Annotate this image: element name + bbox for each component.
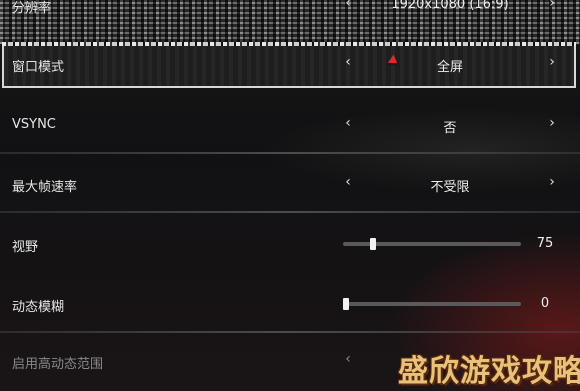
motion-blur-label: 动态模糊: [12, 300, 65, 315]
fov-value: 75: [536, 236, 554, 251]
max-fps-next-arrow-icon[interactable]: ›: [545, 174, 559, 190]
resolution-value: 1920x1080 (16:9): [391, 0, 509, 12]
max-fps-prev-arrow-icon[interactable]: ‹: [341, 174, 355, 190]
resolution-next-arrow-icon[interactable]: ›: [545, 0, 559, 11]
window-mode-label: 窗口模式: [12, 60, 65, 75]
fov-label: 视野: [12, 240, 39, 255]
resolution-label: 分辨率: [12, 1, 52, 16]
vsync-next-arrow-icon[interactable]: ›: [545, 115, 559, 131]
divider: [0, 211, 580, 213]
hdr-prev-arrow-icon[interactable]: ‹: [341, 351, 355, 367]
vsync-prev-arrow-icon[interactable]: ‹: [341, 115, 355, 131]
max-fps-value: 不受限: [430, 180, 470, 195]
motion-blur-value: 0: [540, 296, 550, 311]
watermark-logo: 盛欣游戏攻略: [398, 354, 580, 389]
hdr-label: 启用高动态范围: [12, 357, 104, 372]
resolution-prev-arrow-icon[interactable]: ‹: [341, 0, 355, 11]
window-mode-value: 全屏: [436, 60, 463, 75]
window-mode-next-arrow-icon[interactable]: ›: [545, 54, 559, 70]
fov-slider-thumb[interactable]: [370, 238, 377, 250]
window-mode-prev-arrow-icon[interactable]: ‹: [341, 54, 355, 70]
fov-slider[interactable]: [343, 238, 521, 250]
divider: [0, 152, 580, 154]
vsync-label: VSYNC: [12, 117, 56, 132]
max-fps-label: 最大帧速率: [12, 180, 78, 195]
motion-blur-slider-thumb[interactable]: [343, 298, 349, 310]
divider: [0, 331, 580, 333]
motion-blur-slider[interactable]: [343, 298, 521, 310]
vsync-value: 否: [443, 121, 457, 136]
